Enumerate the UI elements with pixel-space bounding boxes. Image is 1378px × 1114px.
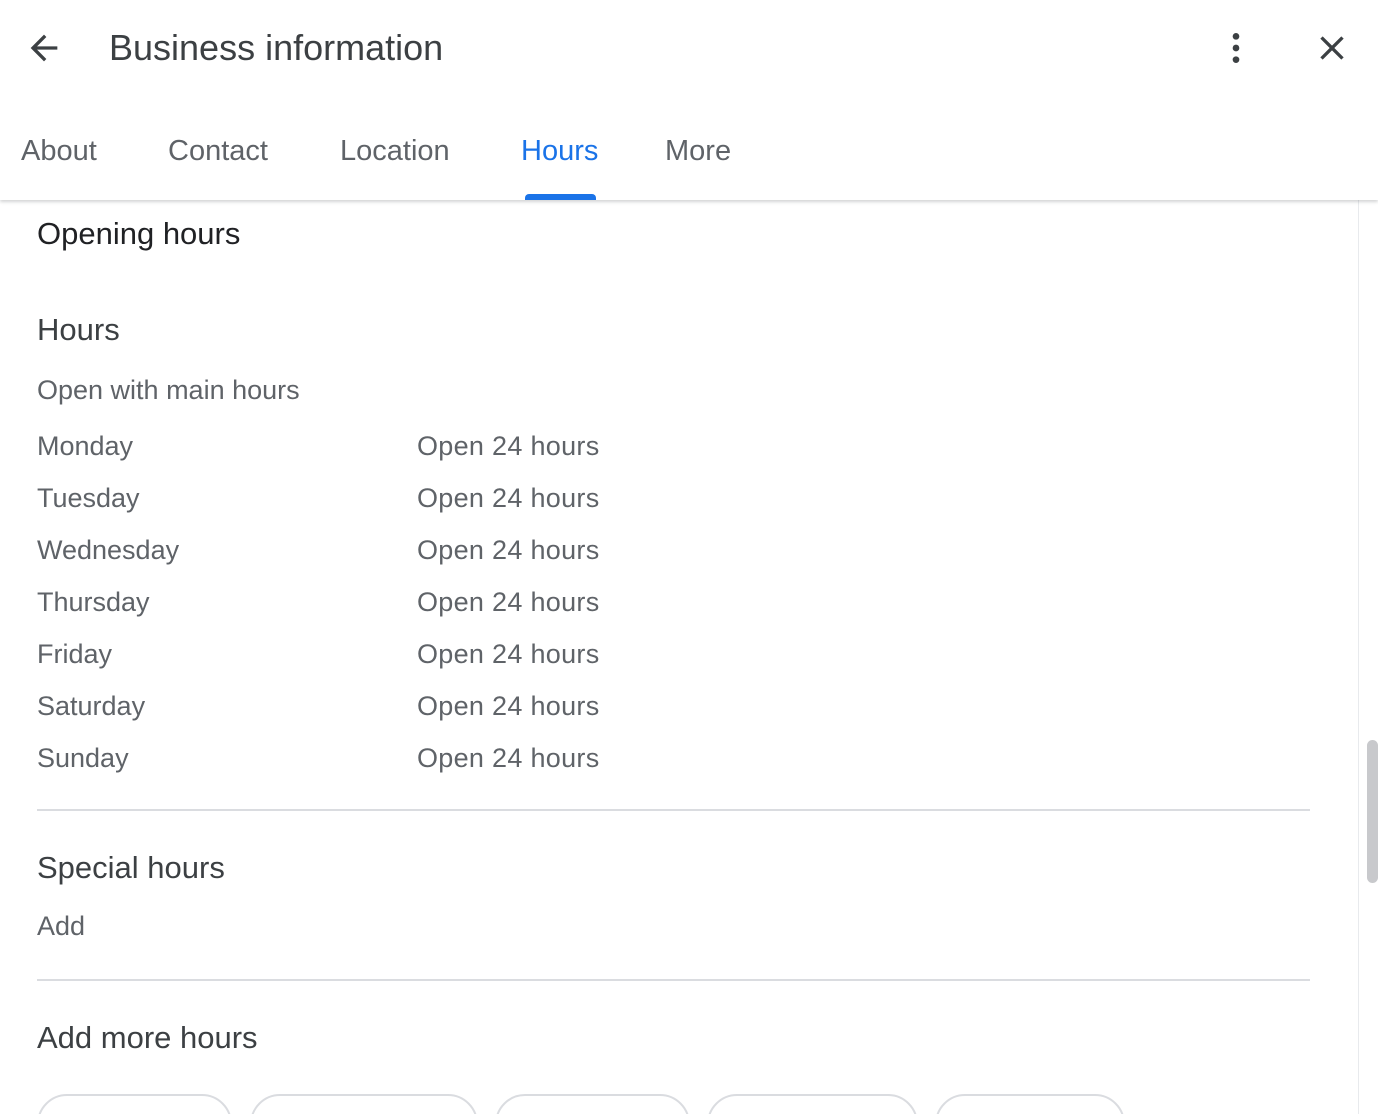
special-hours-heading[interactable]: Special hours	[37, 848, 225, 888]
scrollbar-track[interactable]	[1358, 200, 1378, 1114]
tab-more[interactable]: More	[665, 120, 731, 200]
day-label: Tuesday	[37, 483, 140, 513]
hours-status: Open with main hours	[37, 375, 300, 405]
close-icon	[1320, 36, 1344, 60]
more-hours-chip[interactable]	[707, 1094, 918, 1114]
day-label: Saturday	[37, 691, 146, 721]
day-hours: Open 24 hours	[417, 587, 600, 617]
active-tab-indicator	[525, 194, 596, 200]
hours-row-sunday: Sunday Open 24 hours	[37, 738, 737, 790]
day-label: Friday	[37, 639, 113, 669]
day-label: Sunday	[37, 743, 129, 773]
divider	[37, 979, 1310, 981]
hours-list[interactable]: Monday Open 24 hours Tuesday Open 24 hou…	[37, 426, 737, 790]
hours-row-monday: Monday Open 24 hours	[37, 426, 737, 478]
day-hours: Open 24 hours	[417, 535, 600, 565]
back-button[interactable]	[20, 24, 68, 72]
hours-row-wednesday: Wednesday Open 24 hours	[37, 530, 737, 582]
more-hours-chip[interactable]	[495, 1094, 690, 1114]
hours-row-friday: Friday Open 24 hours	[37, 634, 737, 686]
day-hours: Open 24 hours	[417, 639, 600, 669]
tab-hours[interactable]: Hours	[521, 120, 598, 200]
add-more-hours-heading: Add more hours	[37, 1020, 258, 1055]
arrow-back-icon	[30, 34, 58, 62]
day-label: Monday	[37, 431, 134, 461]
tab-bar: About Contact Location Hours More	[0, 120, 900, 200]
day-label: Thursday	[37, 587, 150, 617]
add-special-hours-link[interactable]: Add	[37, 908, 85, 944]
close-button[interactable]	[1308, 24, 1356, 72]
page-title: Business information	[109, 27, 444, 68]
day-hours: Open 24 hours	[417, 431, 600, 461]
hours-row-saturday: Saturday Open 24 hours	[37, 686, 737, 738]
header: Business information About Contact Locat…	[0, 0, 1378, 200]
scrollbar-thumb[interactable]	[1367, 740, 1378, 883]
tab-about[interactable]: About	[21, 120, 97, 200]
tab-contact[interactable]: Contact	[168, 120, 268, 200]
hours-content: Opening hours Hours Open with main hours…	[0, 200, 1358, 1114]
day-hours: Open 24 hours	[417, 743, 600, 773]
hours-heading[interactable]: Hours	[37, 310, 120, 350]
more-options-button[interactable]	[1212, 24, 1260, 72]
tab-location[interactable]: Location	[340, 120, 450, 200]
divider	[37, 809, 1310, 811]
opening-hours-heading: Opening hours	[37, 216, 241, 251]
hours-row-thursday: Thursday Open 24 hours	[37, 582, 737, 634]
day-label: Wednesday	[37, 535, 180, 565]
day-hours: Open 24 hours	[417, 691, 600, 721]
more-hours-chip[interactable]	[37, 1094, 232, 1114]
more-hours-chip[interactable]	[250, 1094, 478, 1114]
day-hours: Open 24 hours	[417, 483, 600, 513]
more-vert-icon	[1232, 33, 1240, 63]
top-bar: Business information	[0, 0, 1378, 96]
hours-row-tuesday: Tuesday Open 24 hours	[37, 478, 737, 530]
business-information-page: Business information About Contact Locat…	[0, 0, 1378, 1114]
more-hours-chip[interactable]	[935, 1094, 1125, 1114]
